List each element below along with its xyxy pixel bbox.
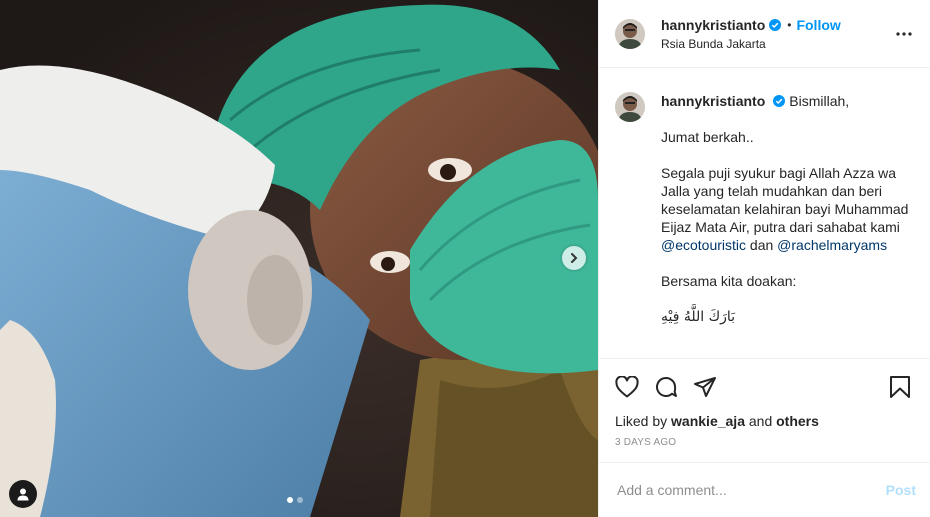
mention-link-rachelmaryams[interactable]: @rachelmaryams: [777, 237, 887, 253]
carousel-indicator: [287, 497, 303, 503]
photo-image: [0, 0, 598, 517]
user-tag-icon: [17, 488, 29, 501]
location-link[interactable]: Rsia Bunda Jakarta: [661, 37, 892, 51]
like-button[interactable]: [613, 373, 641, 401]
add-comment-bar: Post: [599, 462, 930, 517]
verified-badge-icon: [769, 18, 782, 31]
caption-line-2: Jumat berkah..: [661, 129, 754, 145]
caption-line-4: Bersama kita doakan:: [661, 273, 797, 289]
save-button[interactable]: [886, 373, 914, 401]
action-icons: [613, 367, 914, 407]
caption-username-link[interactable]: hannykristianto: [661, 93, 765, 109]
mention-link-ecotouristic[interactable]: @ecotouristic: [661, 237, 746, 253]
liked-user-link[interactable]: wankie_aja: [671, 413, 745, 429]
caption-line-1: Bismillah,: [789, 93, 850, 109]
comment-input[interactable]: [615, 481, 886, 499]
liked-prefix: Liked by: [615, 413, 672, 429]
comment-button[interactable]: [652, 373, 680, 401]
likes-summary: Liked by wankie_aja and others: [613, 413, 914, 429]
more-options-icon: [896, 31, 912, 36]
username-link[interactable]: hannykristianto: [661, 17, 765, 33]
avatar-image: [615, 92, 645, 122]
caption-avatar[interactable]: [615, 92, 645, 122]
header-row: hannykristianto • Follow: [661, 17, 892, 33]
avatar[interactable]: [615, 18, 645, 49]
separator-dot: •: [787, 17, 792, 32]
post-header: hannykristianto • Follow Rsia Bunda Jaka…: [599, 0, 930, 68]
caption-line-3: Segala puji syukur bagi Allah Azza wa Ja…: [661, 164, 914, 254]
chevron-right-icon: [571, 253, 578, 263]
caption: hannykristianto Bismillah, Jumat berkah..…: [615, 92, 914, 326]
verified-badge-icon: [773, 95, 786, 107]
paper-plane-icon: [694, 377, 716, 397]
comments-section: hannykristianto Bismillah, Jumat berkah..…: [599, 68, 930, 358]
caption-and-text: dan: [746, 237, 778, 253]
post-sidebar: hannykristianto • Follow Rsia Bunda Jaka…: [598, 0, 930, 517]
follow-button[interactable]: Follow: [796, 17, 840, 33]
header-text: hannykristianto • Follow Rsia Bunda Jaka…: [661, 17, 892, 51]
liked-others-link[interactable]: others: [776, 413, 819, 429]
caption-line-5: بَارَكَ اللَّهُ فِيْهِ: [661, 309, 736, 325]
user-tag-button[interactable]: [9, 480, 37, 508]
carousel-dot-2: [297, 497, 303, 503]
instagram-post: hannykristianto • Follow Rsia Bunda Jaka…: [0, 0, 930, 517]
share-button[interactable]: [691, 373, 719, 401]
bookmark-icon: [890, 376, 910, 398]
more-options-button[interactable]: [892, 22, 916, 46]
heart-icon: [615, 376, 639, 398]
comment-bubble-icon: [656, 377, 677, 397]
carousel-dot-1: [287, 497, 293, 503]
liked-and: and: [744, 413, 777, 429]
caption-first-line: hannykristianto Bismillah,: [661, 92, 914, 110]
next-photo-button[interactable]: [562, 246, 586, 270]
caption-paragraph-text: Segala puji syukur bagi Allah Azza wa Ja…: [661, 165, 909, 235]
post-timestamp[interactable]: 3 DAYS AGO: [613, 437, 914, 448]
post-photo[interactable]: [0, 0, 598, 517]
post-comment-button[interactable]: Post: [886, 482, 916, 498]
caption-text: hannykristianto Bismillah, Jumat berkah..…: [661, 92, 914, 326]
avatar-image: [615, 18, 645, 49]
